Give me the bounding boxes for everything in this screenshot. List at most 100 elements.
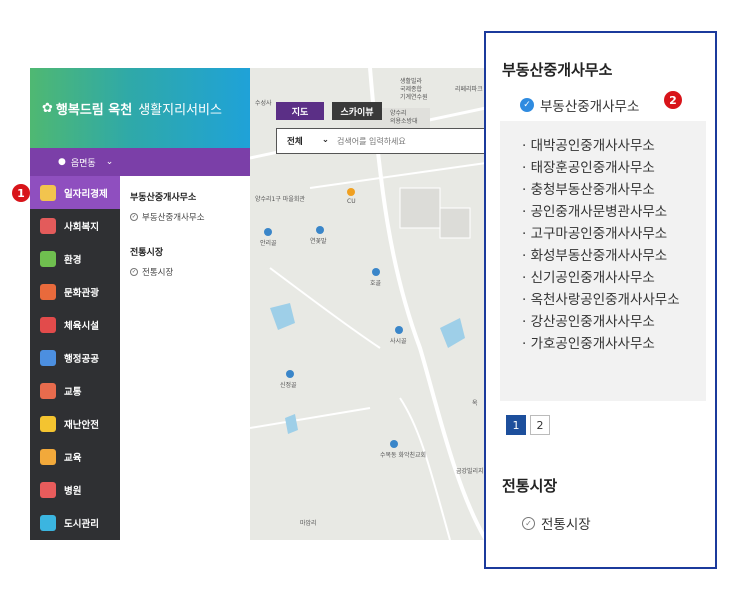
map-label: 안리골	[260, 240, 277, 247]
result-item-label: 신기공인중개사사무소	[530, 270, 655, 286]
nav-item[interactable]: 교통	[30, 374, 120, 407]
check-circle-icon: ✓	[520, 98, 534, 112]
map-label: 양수리1구 마을회관	[255, 196, 305, 203]
map-label: 연꽃말	[310, 238, 327, 245]
bullet-icon: ·	[522, 226, 531, 242]
result-item-label: 강산공인중개사사무소	[530, 314, 655, 330]
map-label: 수목동 화악친교회	[380, 452, 427, 459]
map-view-button[interactable]: 지도	[276, 102, 324, 120]
result-list-item[interactable]: · 충청부동산중개사무소	[516, 179, 706, 201]
nav-item-label: 도시관리	[64, 518, 99, 530]
map-search-bar: 전체 ⌄	[276, 128, 486, 154]
map-marker-icon[interactable]	[372, 268, 380, 276]
medical-icon	[40, 481, 56, 498]
monitor-icon	[40, 349, 56, 366]
result-list-item[interactable]: · 가호공인중개사사무소	[516, 333, 706, 355]
map-label: 수성사	[255, 100, 272, 107]
nav-item-label: 일자리경제	[64, 188, 108, 200]
subpanel-item-market[interactable]: ✓ 전통시장	[130, 266, 240, 278]
result-list-item[interactable]: · 대박공인중개사사무소	[516, 135, 706, 157]
map-label: 호골	[370, 280, 382, 287]
heart-hands-icon	[40, 217, 56, 234]
map-label: 리페리파크	[455, 86, 483, 93]
result-list-item[interactable]: · 태장훈공인중개사무소	[516, 157, 706, 179]
nav-item-label: 사회복지	[64, 221, 99, 233]
nav-item[interactable]: 도시관리	[30, 506, 120, 539]
result-list-item[interactable]: · 신기공인중개사사무소	[516, 267, 706, 289]
zoom-category-label: 전통시장	[541, 517, 591, 533]
result-list-item[interactable]: · 공인중개사문병관사무소	[516, 201, 706, 223]
category-nav: 일자리경제사회복지환경문화관광체육시설행정공공교통재난안전교육병원도시관리	[30, 176, 120, 540]
pencil-icon	[40, 448, 56, 465]
ball-icon	[40, 316, 56, 333]
map-label: 신정골	[280, 382, 297, 389]
result-list-item[interactable]: · 고구마공인중개사사무소	[516, 223, 706, 245]
map-marker-icon[interactable]	[390, 440, 398, 448]
tree-icon	[40, 250, 56, 267]
result-list-item[interactable]: · 옥천사랑공인중개사사무소	[516, 289, 706, 311]
nav-item[interactable]: 사회복지	[30, 209, 120, 242]
nav-item[interactable]: 환경	[30, 242, 120, 275]
skyview-button[interactable]: 스카이뷰	[332, 102, 382, 120]
result-list-item[interactable]: · 강산공인중개사사무소	[516, 311, 706, 333]
nav-item-label: 교통	[64, 386, 82, 398]
nav-item[interactable]: 문화관광	[30, 275, 120, 308]
zoom-section-title: 부동산중개사무소	[502, 61, 613, 79]
nav-item-label: 병원	[64, 485, 82, 497]
chevron-down-icon: ⌄	[105, 157, 114, 167]
result-item-label: 태장훈공인중개사무소	[530, 160, 655, 176]
bullet-icon: ·	[522, 336, 531, 352]
bullet-icon: ·	[522, 182, 531, 198]
subpanel-item-label: 부동산중개사무소	[142, 213, 205, 223]
nav-item[interactable]: 병원	[30, 473, 120, 506]
pinwheel-icon	[40, 283, 56, 300]
bus-icon	[40, 382, 56, 399]
bullet-icon: ·	[522, 204, 531, 220]
pagination: 12	[506, 415, 554, 435]
region-label: 읍면동	[70, 158, 96, 169]
region-selector[interactable]: ● 읍면동 ⌄	[30, 148, 250, 176]
nav-item[interactable]: 재난안전	[30, 407, 120, 440]
page-button[interactable]: 1	[506, 415, 526, 435]
map-marker-icon[interactable]	[286, 370, 294, 378]
check-circle-icon: ✓	[522, 516, 535, 530]
bullet-icon: ·	[522, 138, 531, 154]
bullet-icon: ·	[522, 160, 531, 176]
map-label: 금강빌리지	[456, 468, 484, 475]
result-item-label: 가호공인중개사사무소	[530, 336, 655, 352]
nav-item[interactable]: 일자리경제	[30, 176, 120, 209]
location-pin-icon: ●	[58, 157, 66, 167]
map-label: 사시골	[390, 338, 407, 345]
nav-item-label: 문화관광	[64, 287, 99, 299]
bullet-icon: ·	[522, 314, 531, 330]
subpanel-title-realestate: 부동산중개사무소	[130, 193, 197, 203]
zoom-category-market[interactable]: ✓ 전통시장	[522, 513, 591, 533]
map-marker-icon[interactable]	[395, 326, 403, 334]
result-item-label: 대박공인중개사사무소	[530, 138, 655, 154]
result-item-label: 충청부동산중개사무소	[530, 182, 655, 198]
map-label: 옥	[472, 400, 478, 407]
nav-item[interactable]: 체육시설	[30, 308, 120, 341]
result-list-item[interactable]: · 화성부동산중개사사무소	[516, 245, 706, 267]
subpanel-title-market: 전통시장	[130, 248, 164, 258]
subpanel-item-realestate[interactable]: ✓ 부동산중개사무소	[130, 211, 240, 223]
nav-item-label: 교육	[64, 452, 82, 464]
map-marker-icon[interactable]	[264, 228, 272, 236]
nav-item-label: 행정공공	[64, 353, 99, 365]
annotation-badge: 2	[664, 91, 682, 109]
nav-item[interactable]: 교육	[30, 440, 120, 473]
subpanel-item-label: 전통시장	[142, 268, 174, 278]
page-button[interactable]: 2	[530, 415, 550, 435]
brand-header: ✿ 행복드림 옥천 생활지리서비스	[30, 68, 250, 148]
map-marker-icon[interactable]	[347, 188, 355, 196]
nav-item[interactable]: 행정공공	[30, 341, 120, 374]
map-marker-icon[interactable]	[316, 226, 324, 234]
zoom-section-title-market: 전통시장	[502, 477, 558, 495]
search-scope-select[interactable]: 전체 ⌄	[277, 135, 337, 147]
map-view[interactable]: 지도 스카이뷰 전체 ⌄ 생활빌라 국제종합 기계연수원 수성사 양수리 의용소…	[250, 68, 486, 540]
search-input[interactable]	[337, 136, 477, 146]
zoom-category-checked[interactable]: ✓ 부동산중개사무소	[520, 95, 639, 115]
nav-item-label: 체육시설	[64, 320, 99, 332]
warning-icon	[40, 415, 56, 432]
map-label: 의용소방대	[390, 118, 418, 125]
